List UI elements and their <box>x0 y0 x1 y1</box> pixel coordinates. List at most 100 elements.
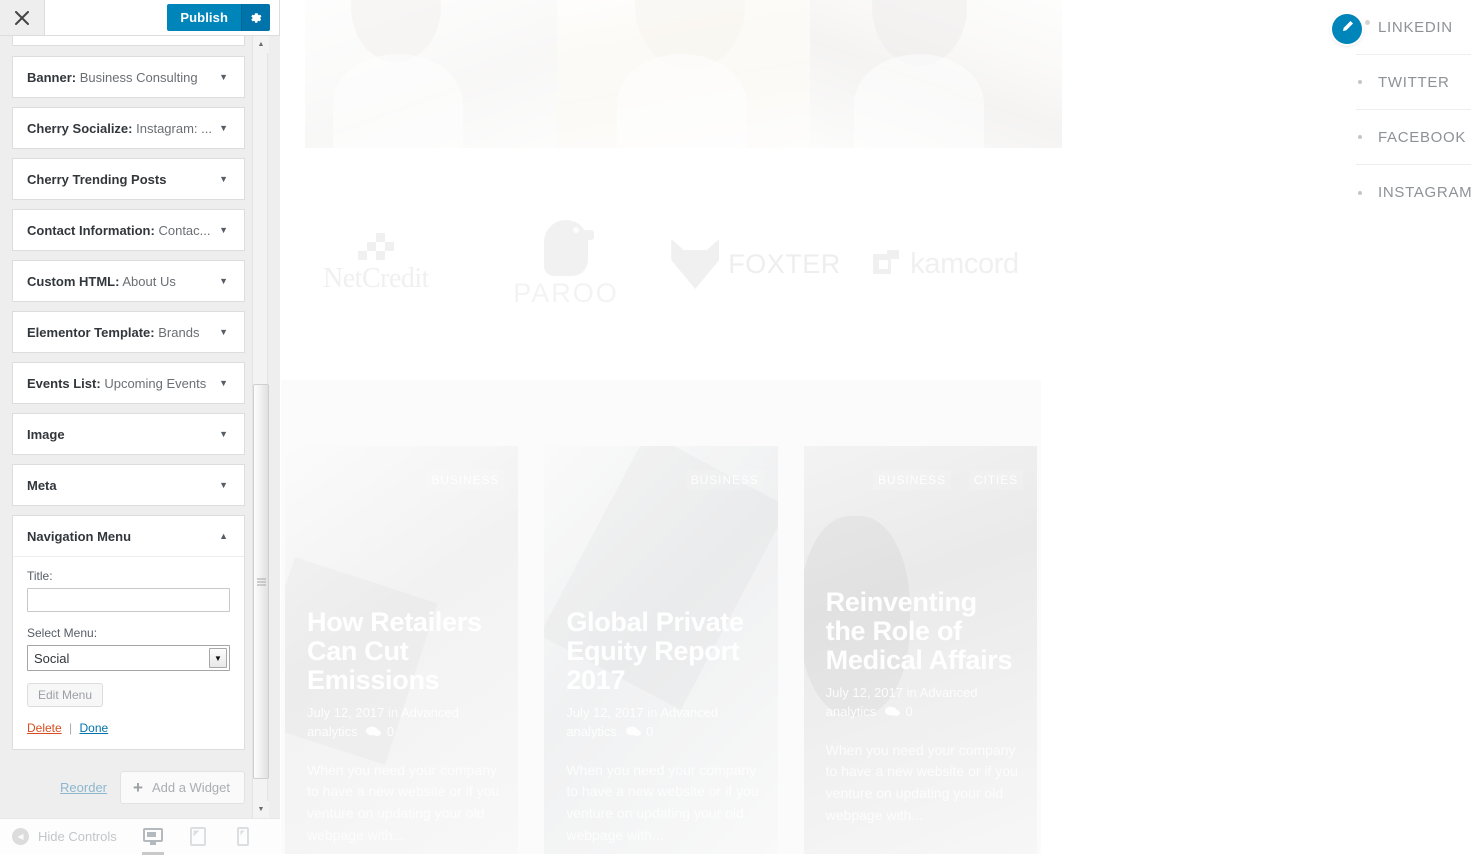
post-title[interactable]: Reinventing the Role of Medical Affairs <box>826 588 1019 675</box>
chevron-down-icon[interactable]: ▼ <box>219 480 228 490</box>
device-mobile-button[interactable] <box>230 822 256 852</box>
chevron-down-icon[interactable]: ▼ <box>219 378 228 388</box>
done-link[interactable]: Done <box>80 721 109 735</box>
widget-instance-label: Instagram: ... <box>136 120 212 136</box>
title-input[interactable] <box>27 588 230 612</box>
post-title[interactable]: How Retailers Can Cut Emissions <box>307 608 500 695</box>
netcredit-mark-icon <box>358 233 394 260</box>
post-title[interactable]: Global Private Equity Report 2017 <box>566 608 759 695</box>
widget-type-label: Meta <box>27 477 57 493</box>
widget-type-label: Cherry Trending Posts <box>27 171 167 187</box>
edit-shortcut-button[interactable] <box>1332 14 1370 44</box>
widget-item-elementor-template[interactable]: Elementor Template: Brands ▼ <box>12 311 245 353</box>
chevron-down-icon[interactable]: ▼ <box>219 327 228 337</box>
widget-header[interactable]: Elementor Template: Brands ▼ <box>13 312 244 352</box>
widget-item-navigation-menu[interactable]: Navigation Menu ▲ Title: Select Menu: So… <box>12 515 245 750</box>
widget-item-contact-information[interactable]: Contact Information: Contac... ▼ <box>12 209 245 251</box>
blog-post-card[interactable]: BUSINESS How Retailers Can Cut Emissions… <box>285 446 519 854</box>
chevron-down-icon[interactable]: ▼ <box>219 174 228 184</box>
chevron-down-icon[interactable]: ▼ <box>219 123 228 133</box>
card-category-badges: BUSINESS <box>685 470 764 490</box>
bullet-icon <box>1358 135 1362 139</box>
widget-item-image[interactable]: Image ▼ <box>12 413 245 455</box>
widget-item-events-list[interactable]: Events List: Upcoming Events ▼ <box>12 362 245 404</box>
meta-in-word: in <box>906 684 917 700</box>
widget-title: Banner: Business Consulting <box>27 69 198 85</box>
comment-count: 0 <box>905 704 913 720</box>
post-excerpt: When you need your company to have a new… <box>307 761 500 843</box>
widget-header[interactable]: Image ▼ <box>13 414 244 454</box>
card-body: Reinventing the Role of Medical Affairs … <box>826 588 1019 826</box>
scrollbar-thumb[interactable] <box>253 384 269 779</box>
add-widget-label: Add a Widget <box>151 780 230 795</box>
social-menu-item-facebook[interactable]: FACEBOOK <box>1356 110 1471 165</box>
chevron-down-icon[interactable]: ▼ <box>209 648 227 668</box>
device-desktop-button[interactable] <box>140 822 166 855</box>
brand-logo-kamcord[interactable]: kamcord <box>851 248 1041 281</box>
brand-logo-netcredit[interactable]: NetCredit <box>281 233 471 295</box>
social-menu-label[interactable]: LINKEDIN <box>1378 19 1453 36</box>
chevron-down-icon[interactable]: ▼ <box>219 72 228 82</box>
widget-item-cherry-trending-posts[interactable]: Cherry Trending Posts ▼ <box>12 158 245 200</box>
widget-header[interactable]: Navigation Menu ▲ <box>13 516 244 556</box>
blog-post-card[interactable]: BUSINESS Global Private Equity Report 20… <box>544 446 778 854</box>
brand-logo-foxter[interactable]: FOXTER <box>661 239 851 289</box>
category-badge[interactable]: BUSINESS <box>873 470 951 490</box>
chevron-left-icon: ◀ <box>12 828 29 845</box>
widget-item-meta[interactable]: Meta ▼ <box>12 464 245 506</box>
blog-post-card[interactable]: BUSINESS CITIES Reinventing the Role of … <box>803 446 1037 854</box>
sidebar-scrollbar[interactable]: ▲ ▼ <box>252 36 269 818</box>
device-tablet-button[interactable] <box>185 822 211 852</box>
category-badge[interactable]: CITIES <box>968 470 1023 490</box>
brand-name: kamcord <box>910 247 1019 280</box>
social-menu-label[interactable]: TWITTER <box>1378 74 1450 91</box>
widget-type-label: Events List <box>27 375 97 391</box>
chevron-up-icon[interactable]: ▲ <box>219 531 228 541</box>
comment-count: 0 <box>646 724 654 740</box>
navigation-menu-form: Title: Select Menu: Social ▼ Edit Menu D… <box>13 556 244 749</box>
widget-title: Image <box>27 427 65 442</box>
social-menu-label[interactable]: FACEBOOK <box>1378 129 1466 146</box>
widget-header[interactable]: Events List: Upcoming Events ▼ <box>13 363 244 403</box>
publish-button[interactable]: Publish <box>167 4 241 31</box>
widget-header[interactable]: Cherry Trending Posts ▼ <box>13 159 244 199</box>
hide-controls-button[interactable]: ◀ Hide Controls <box>12 828 117 845</box>
widget-item-cherry-socialize[interactable]: Cherry Socialize: Instagram: ... ▼ <box>12 107 245 149</box>
widget-header[interactable]: Meta ▼ <box>13 465 244 505</box>
widget-item-partial[interactable] <box>12 36 245 46</box>
category-badge[interactable]: BUSINESS <box>685 470 764 490</box>
social-menu-item-twitter[interactable]: TWITTER <box>1356 55 1471 110</box>
post-meta: July 12, 2017 in Advanced analytics 0 <box>826 683 1019 724</box>
close-icon[interactable] <box>0 0 45 35</box>
social-menu-item-instagram[interactable]: INSTAGRAM <box>1356 165 1471 220</box>
widget-item-custom-html[interactable]: Custom HTML: About Us ▼ <box>12 260 245 302</box>
desktop-icon <box>142 827 163 846</box>
category-badge[interactable]: BUSINESS <box>426 470 505 490</box>
brand-logo-paroo[interactable]: PAROO <box>471 219 661 309</box>
social-menu-item-linkedin[interactable]: LINKEDIN <box>1356 0 1471 55</box>
reorder-link[interactable]: Reorder <box>60 780 107 795</box>
gear-icon[interactable] <box>241 4 270 31</box>
scroll-down-arrow-icon[interactable]: ▼ <box>253 801 269 818</box>
chevron-down-icon[interactable]: ▼ <box>219 429 228 439</box>
comment-icon <box>884 704 900 724</box>
widget-header[interactable]: Banner: Business Consulting ▼ <box>13 57 244 97</box>
chevron-down-icon[interactable]: ▼ <box>219 276 228 286</box>
add-widget-button[interactable]: + Add a Widget <box>120 771 245 804</box>
edit-menu-button[interactable]: Edit Menu <box>27 683 104 707</box>
widget-header[interactable]: Cherry Socialize: Instagram: ... ▼ <box>13 108 244 148</box>
edit-shortcut-dot <box>1365 20 1370 25</box>
chevron-down-icon[interactable]: ▼ <box>219 225 228 235</box>
scroll-up-arrow-icon[interactable]: ▲ <box>253 36 269 53</box>
widget-footer-links: Delete | Done <box>27 721 230 735</box>
widget-header[interactable]: Contact Information: Contac... ▼ <box>13 210 244 250</box>
social-menu-label[interactable]: INSTAGRAM <box>1378 184 1471 201</box>
widget-instance-label: Upcoming Events <box>104 375 207 391</box>
comment-count: 0 <box>386 724 395 740</box>
select-menu-dropdown[interactable]: Social ▼ <box>27 645 230 671</box>
widget-header[interactable]: Custom HTML: About Us ▼ <box>13 261 244 301</box>
delete-widget-link[interactable]: Delete <box>27 721 62 735</box>
social-navigation-menu: LINKEDIN TWITTER FACEBOOK INSTAGRAM <box>1332 0 1471 220</box>
title-field-label: Title: <box>27 569 53 583</box>
widget-item-banner[interactable]: Banner: Business Consulting ▼ <box>12 56 245 98</box>
